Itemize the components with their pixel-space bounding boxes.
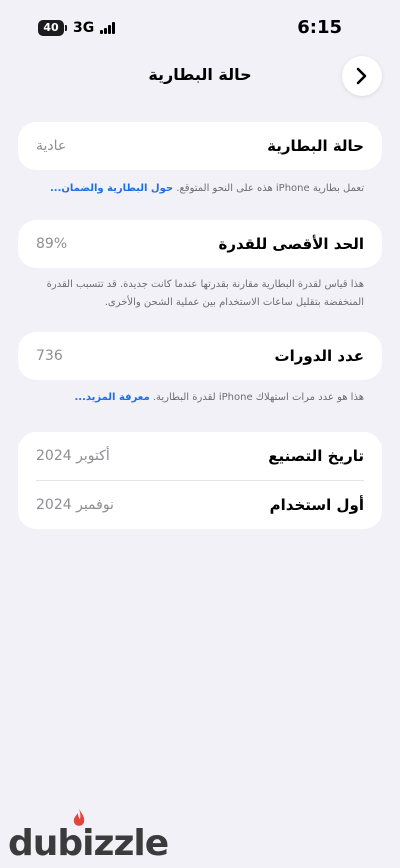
- max-capacity-value: 89%: [36, 236, 68, 252]
- status-indicators: 40 3G: [38, 20, 116, 36]
- first-use-value: نوفمبر 2024: [36, 497, 114, 513]
- battery-health-card: حالة البطارية عادية: [18, 122, 382, 170]
- back-button[interactable]: [342, 56, 382, 96]
- signal-icon: [100, 22, 116, 34]
- battery-warranty-link[interactable]: حول البطارية والضمان...: [50, 183, 173, 194]
- manufacture-date-value: أكتوبر 2024: [36, 448, 110, 464]
- battery-health-value: عادية: [36, 138, 67, 154]
- cycle-count-value: 736: [36, 348, 63, 364]
- max-capacity-footnote: هذا قياس لقدرة البطارية مقارنة بقدرتها ع…: [28, 276, 364, 312]
- page-title: حالة البطارية: [148, 65, 252, 84]
- battery-health-footnote: تعمل بطارية iPhone هذه على النحو المتوقع…: [28, 180, 364, 198]
- watermark-text: dubizzle: [8, 823, 169, 864]
- battery-health-label: حالة البطارية: [267, 137, 364, 155]
- max-capacity-row: الحد الأقصى للقدرة 89%: [18, 220, 382, 268]
- battery-health-row: حالة البطارية عادية: [18, 122, 382, 170]
- cycle-count-row: عدد الدورات 736: [18, 332, 382, 380]
- max-capacity-footnote-text: هذا قياس لقدرة البطارية مقارنة بقدرتها ع…: [46, 279, 364, 308]
- cycle-count-footnote: هذا هو عدد مرات استهلاك iPhone لقدرة الب…: [28, 389, 364, 407]
- max-capacity-label: الحد الأقصى للقدرة: [218, 235, 365, 253]
- cycle-count-card: عدد الدورات 736: [18, 332, 382, 380]
- first-use-row: أول استخدام نوفمبر 2024: [18, 481, 382, 529]
- battery-health-footnote-text: تعمل بطارية iPhone هذه على النحو المتوقع…: [176, 183, 364, 194]
- watermark-logo: dubizzle: [0, 809, 200, 868]
- max-capacity-card: الحد الأقصى للقدرة 89%: [18, 220, 382, 268]
- battery-level: 40: [38, 20, 64, 36]
- battery-icon: 40: [38, 20, 67, 36]
- cycle-count-footnote-text: هذا هو عدد مرات استهلاك iPhone لقدرة الب…: [152, 392, 364, 403]
- dates-card: تاريخ التصنيع أكتوبر 2024 أول استخدام نو…: [18, 432, 382, 529]
- network-type: 3G: [73, 20, 95, 36]
- navigation-bar: حالة البطارية: [0, 56, 400, 96]
- learn-more-link[interactable]: معرفة المزيد...: [74, 392, 149, 403]
- chevron-right-icon: [356, 67, 367, 85]
- status-bar: 40 3G 6:15: [0, 0, 400, 56]
- manufacture-date-row: تاريخ التصنيع أكتوبر 2024: [18, 432, 382, 480]
- cycle-count-label: عدد الدورات: [274, 347, 364, 365]
- status-time: 6:15: [297, 17, 342, 38]
- manufacture-date-label: تاريخ التصنيع: [268, 447, 364, 465]
- first-use-label: أول استخدام: [269, 496, 364, 514]
